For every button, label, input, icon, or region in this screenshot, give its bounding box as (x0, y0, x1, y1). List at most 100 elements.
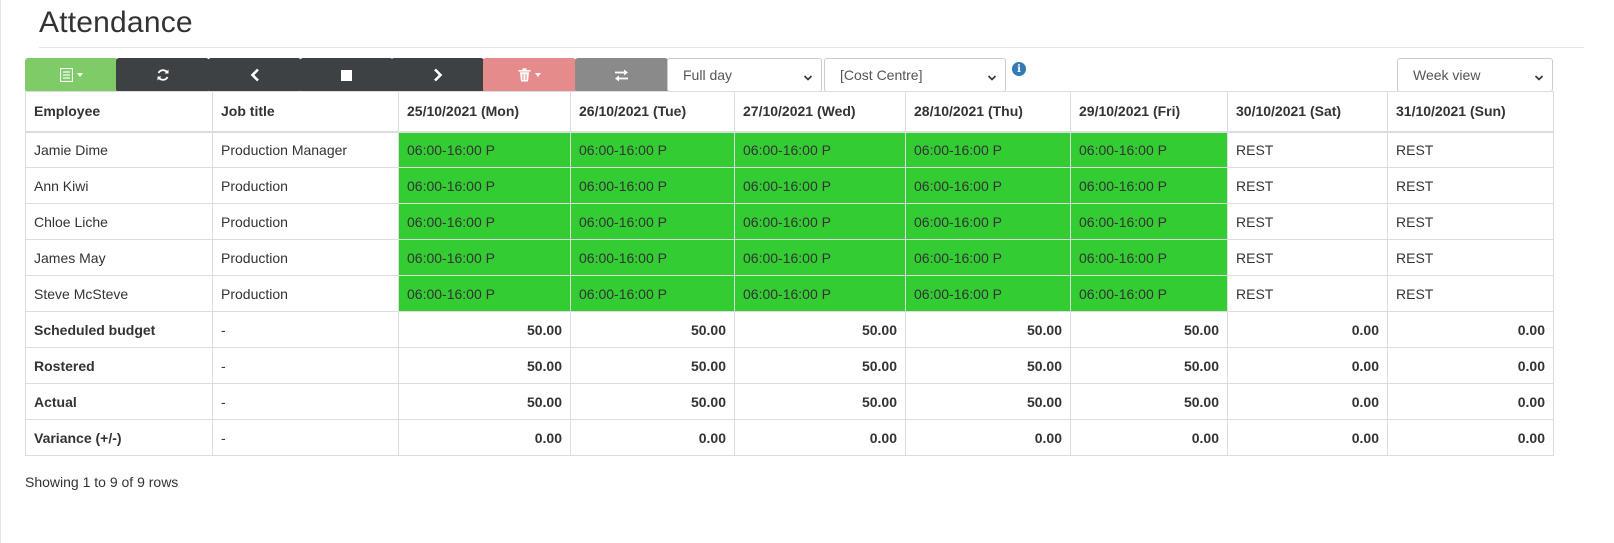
job-title: Production (212, 203, 399, 240)
next-week-button[interactable] (391, 58, 484, 92)
table-row: Ann Kiwi Production 06:00-16:00 P 06:00-… (25, 167, 1554, 204)
chevron-down-icon (987, 70, 997, 86)
shift-cell[interactable]: 06:00-16:00 P (570, 203, 735, 240)
export-dropdown-button[interactable] (25, 58, 118, 92)
totals-value: 0.00 (1387, 347, 1554, 384)
page-title: Attendance (39, 6, 193, 39)
shift-cell[interactable]: 06:00-16:00 P (570, 239, 735, 276)
column-header-tue[interactable]: 26/10/2021 (Tue) (570, 91, 735, 133)
column-header-wed[interactable]: 27/10/2021 (Wed) (734, 91, 906, 133)
column-header-employee[interactable]: Employee (25, 91, 213, 133)
shift-cell[interactable]: 06:00-16:00 P (1070, 239, 1228, 276)
shift-cell[interactable]: 06:00-16:00 P (734, 167, 906, 204)
info-icon[interactable]: i (1012, 62, 1026, 76)
totals-value: 0.00 (1387, 383, 1554, 420)
table-row: Jamie Dime Production Manager 06:00-16:0… (25, 131, 1554, 168)
column-header-thu[interactable]: 28/10/2021 (Thu) (905, 91, 1071, 133)
attendance-table: Employee Job title 25/10/2021 (Mon) 26/1… (25, 91, 1554, 456)
shift-cell[interactable]: 06:00-16:00 P (905, 275, 1071, 312)
shift-cell[interactable]: 06:00-16:00 P (398, 275, 571, 312)
stop-icon (341, 69, 352, 81)
caret-down-icon (535, 73, 541, 77)
column-header-sun[interactable]: 31/10/2021 (Sun) (1387, 91, 1554, 133)
totals-value: 50.00 (734, 383, 906, 420)
shift-cell[interactable]: 06:00-16:00 P (734, 275, 906, 312)
shift-cell[interactable]: 06:00-16:00 P (570, 131, 735, 168)
employee-name: Steve McSteve (25, 275, 213, 312)
page-left-border (0, 0, 1, 543)
cost-centre-select[interactable]: [Cost Centre] (824, 58, 1006, 92)
totals-value: 50.00 (398, 383, 571, 420)
shift-cell[interactable]: 06:00-16:00 P (905, 131, 1071, 168)
table-row: Chloe Liche Production 06:00-16:00 P 06:… (25, 203, 1554, 240)
job-title: Production (212, 167, 399, 204)
delete-dropdown-button[interactable] (483, 58, 576, 92)
totals-value: 50.00 (570, 347, 735, 384)
shift-cell[interactable]: 06:00-16:00 P (398, 131, 571, 168)
day-type-value: Full day (683, 67, 733, 83)
day-type-select[interactable]: Full day (667, 58, 822, 92)
totals-label: Variance (+/-) (25, 419, 213, 456)
rest-cell[interactable]: REST (1387, 239, 1554, 276)
rest-cell[interactable]: REST (1387, 275, 1554, 312)
shift-cell[interactable]: 06:00-16:00 P (734, 131, 906, 168)
rest-cell[interactable]: REST (1227, 203, 1388, 240)
totals-row-scheduled-budget: Scheduled budget - 50.00 50.00 50.00 50.… (25, 311, 1554, 348)
rest-cell[interactable]: REST (1227, 275, 1388, 312)
shift-cell[interactable]: 06:00-16:00 P (398, 203, 571, 240)
totals-value: 50.00 (1070, 383, 1228, 420)
totals-value: 50.00 (570, 311, 735, 348)
column-header-sat[interactable]: 30/10/2021 (Sat) (1227, 91, 1388, 133)
refresh-button[interactable] (116, 58, 209, 92)
current-week-button[interactable] (300, 58, 393, 92)
shift-cell[interactable]: 06:00-16:00 P (905, 239, 1071, 276)
previous-week-button[interactable] (208, 58, 301, 92)
column-header-fri[interactable]: 29/10/2021 (Fri) (1070, 91, 1228, 133)
table-row: James May Production 06:00-16:00 P 06:00… (25, 239, 1554, 276)
rest-cell[interactable]: REST (1387, 131, 1554, 168)
shift-cell[interactable]: 06:00-16:00 P (905, 203, 1071, 240)
swap-button[interactable] (575, 58, 668, 92)
totals-value: 50.00 (905, 347, 1071, 384)
title-divider (39, 47, 1584, 48)
column-header-mon[interactable]: 25/10/2021 (Mon) (398, 91, 571, 133)
totals-value: 0.00 (1227, 419, 1388, 456)
shift-cell[interactable]: 06:00-16:00 P (398, 239, 571, 276)
shift-cell[interactable]: 06:00-16:00 P (1070, 167, 1228, 204)
totals-label: Actual (25, 383, 213, 420)
totals-row-variance: Variance (+/-) - 0.00 0.00 0.00 0.00 0.0… (25, 419, 1554, 456)
rest-cell[interactable]: REST (1387, 167, 1554, 204)
totals-value: 0.00 (1387, 419, 1554, 456)
shift-cell[interactable]: 06:00-16:00 P (734, 203, 906, 240)
totals-value: 0.00 (1387, 311, 1554, 348)
shift-cell[interactable]: 06:00-16:00 P (1070, 131, 1228, 168)
chevron-down-icon (1534, 70, 1544, 86)
totals-label: Rostered (25, 347, 213, 384)
spreadsheet-icon (60, 68, 73, 82)
shift-cell[interactable]: 06:00-16:00 P (398, 167, 571, 204)
chevron-left-icon (249, 68, 261, 82)
pagination-summary: Showing 1 to 9 of 9 rows (25, 474, 179, 490)
rest-cell[interactable]: REST (1227, 167, 1388, 204)
job-title: Production (212, 275, 399, 312)
rest-cell[interactable]: REST (1387, 203, 1554, 240)
totals-job: - (212, 347, 399, 384)
shift-cell[interactable]: 06:00-16:00 P (1070, 275, 1228, 312)
shift-cell[interactable]: 06:00-16:00 P (1070, 203, 1228, 240)
shift-cell[interactable]: 06:00-16:00 P (570, 275, 735, 312)
job-title: Production Manager (212, 131, 399, 168)
shift-cell[interactable]: 06:00-16:00 P (734, 239, 906, 276)
totals-value: 50.00 (398, 347, 571, 384)
column-header-job-title[interactable]: Job title (212, 91, 399, 133)
job-title: Production (212, 239, 399, 276)
caret-down-icon (77, 73, 83, 77)
chevron-right-icon (432, 68, 444, 82)
view-mode-select[interactable]: Week view (1397, 58, 1553, 92)
totals-value: 0.00 (1070, 419, 1228, 456)
table-header-row: Employee Job title 25/10/2021 (Mon) 26/1… (25, 91, 1554, 133)
shift-cell[interactable]: 06:00-16:00 P (570, 167, 735, 204)
rest-cell[interactable]: REST (1227, 239, 1388, 276)
totals-job: - (212, 383, 399, 420)
shift-cell[interactable]: 06:00-16:00 P (905, 167, 1071, 204)
rest-cell[interactable]: REST (1227, 131, 1388, 168)
